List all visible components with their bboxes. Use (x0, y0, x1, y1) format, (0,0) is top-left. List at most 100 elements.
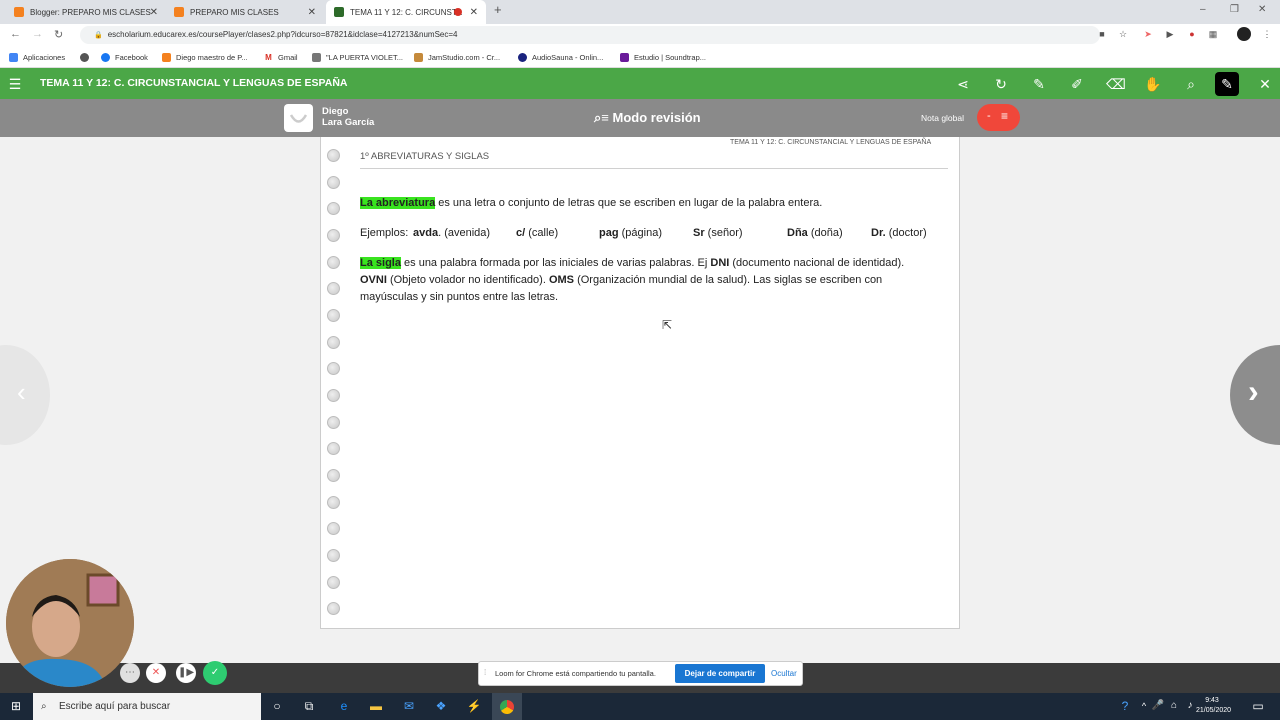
ring-hole (327, 389, 340, 402)
drag-handle-icon[interactable]: ⁞ (484, 668, 486, 677)
pen-tool-icon[interactable]: ✎ (1215, 72, 1239, 96)
hand-icon[interactable]: ✋ (1144, 75, 1162, 93)
previous-page-button[interactable]: ‹ (0, 345, 50, 445)
help-icon[interactable]: ? (1117, 698, 1133, 714)
search-icon[interactable]: ⌕ (1182, 75, 1200, 93)
cortana-icon[interactable]: ○ (269, 698, 285, 714)
edge-icon[interactable]: e (336, 698, 352, 714)
gmail-icon: M (264, 52, 273, 62)
url-field[interactable]: 🔒 escholarium.educarex.es/coursePlayer/cl… (80, 26, 1100, 44)
camera-icon[interactable]: ■ (1097, 29, 1107, 39)
back-icon[interactable]: ← (10, 28, 21, 40)
pause-recording-icon[interactable]: ❚▶ (176, 663, 196, 683)
blogger-icon (14, 7, 24, 17)
new-tab-button[interactable]: + (494, 2, 502, 17)
definition-text: (Objeto volador no identificado). (386, 274, 549, 286)
bookmark-item[interactable]: Facebook (101, 46, 148, 68)
extension-play-icon[interactable]: ▶ (1165, 29, 1175, 39)
chrome-icon[interactable] (492, 693, 522, 720)
bookmark-item[interactable]: AudioSauna - Onlin... (518, 46, 603, 68)
browser-tab[interactable]: Blogger: PREPARO MIS CLASES ✕ (6, 0, 166, 24)
apps-grid-icon (9, 52, 18, 62)
bookmark-apps[interactable]: Aplicaciones (9, 46, 65, 68)
bookmark-item[interactable]: "LA PUERTA VIOLET... (312, 46, 403, 68)
global-grade-button[interactable]: - ≡ (977, 104, 1020, 131)
cancel-recording-icon[interactable]: ✕ (146, 663, 166, 683)
task-view-icon[interactable]: ⧉ (301, 698, 317, 714)
ring-hole (327, 282, 340, 295)
bookmark-label: Gmail (278, 52, 298, 62)
browser-tab[interactable]: PREPARO MIS CLASES ✕ (166, 0, 324, 24)
bookmark-item[interactable]: JamStudio.com - Cr... (414, 46, 500, 68)
notifications-icon[interactable]: ▭ (1250, 698, 1266, 714)
marker-icon[interactable]: ✐ (1068, 75, 1086, 93)
ring-hole (327, 549, 340, 562)
example-abbr: c/ (516, 227, 526, 239)
bookmark-label: Facebook (115, 52, 148, 62)
close-icon[interactable]: ✕ (1256, 75, 1274, 93)
next-page-button[interactable]: › (1230, 345, 1280, 445)
bookmark-item[interactable]: Diego maestro de P... (162, 46, 248, 68)
global-grade-label: Nota global (921, 113, 965, 123)
bookmark-item[interactable] (80, 46, 94, 68)
ring-hole (327, 256, 340, 269)
bookmark-label: JamStudio.com - Cr... (428, 52, 501, 62)
avatar (284, 104, 313, 132)
reload-icon[interactable]: ↻ (54, 28, 63, 41)
bookmarks-bar: Aplicaciones Facebook Diego maestro de P… (0, 46, 1280, 68)
network-icon[interactable]: ⌂ (1166, 698, 1182, 714)
eraser-icon[interactable]: ⌫ (1106, 75, 1126, 93)
example-item: Dr. (doctor) (871, 225, 927, 242)
close-tab-icon[interactable]: ✕ (150, 7, 158, 18)
example-item: c/ (calle) (516, 225, 558, 242)
hamburger-menu-icon[interactable]: ☰ (6, 75, 24, 93)
user-last-name: Lara García (322, 116, 375, 128)
taskbar-search-text: Escribe aquí para buscar (59, 701, 171, 712)
microphone-icon[interactable]: 🎤 (1150, 698, 1166, 714)
mail-icon[interactable]: ✉ (401, 698, 417, 714)
close-tab-icon[interactable]: ✕ (470, 7, 478, 18)
hide-button[interactable]: Ocultar (771, 669, 797, 678)
extension-grid-icon[interactable]: ▦ (1208, 29, 1218, 39)
webcam-bubble[interactable] (6, 559, 134, 687)
bookmark-label: AudioSauna - Onlin... (532, 52, 604, 62)
taskbar-clock[interactable]: 9:43 21/05/2020 (1196, 696, 1232, 716)
ring-hole (327, 309, 340, 322)
extension-icon[interactable]: ➤ (1143, 29, 1153, 39)
app-icon[interactable]: ⚡ (466, 698, 482, 714)
share-icon[interactable]: ⋖ (954, 75, 972, 93)
dropbox-icon[interactable]: ❖ (433, 698, 449, 714)
more-options-icon[interactable]: ⋯ (120, 663, 140, 683)
finish-recording-icon[interactable]: ✓ (203, 661, 227, 685)
minimize-icon[interactable]: – (1200, 4, 1206, 15)
file-explorer-icon[interactable]: ▬ (368, 698, 384, 714)
windows-start-icon[interactable]: ⊞ (8, 698, 24, 714)
browser-tab-active[interactable]: TEMA 11 Y 12: C. CIRCUNST... ✕ (326, 0, 486, 24)
menu-dots-icon[interactable]: ⋮ (1262, 29, 1272, 39)
definition-text: es una letra o conjunto de letras que se… (435, 197, 823, 209)
highlighted-term: La abreviatura (360, 197, 436, 209)
extension-record-icon[interactable]: ● (1187, 29, 1197, 39)
example-abbr: avda (413, 227, 439, 239)
close-window-icon[interactable]: ✕ (1258, 4, 1266, 15)
bookmark-item[interactable]: M Gmail (264, 46, 298, 68)
stop-sharing-button[interactable]: Dejar de compartir (675, 664, 765, 683)
browser-tab-strip: Blogger: PREPARO MIS CLASES ✕ PREPARO MI… (0, 0, 1280, 24)
definition-text: (Organización mundial de la salud). Las … (574, 274, 883, 286)
examples-label: Ejemplos: (360, 227, 409, 239)
url-text: escholarium.educarex.es/coursePlayer/cla… (107, 30, 458, 39)
close-tab-icon[interactable]: ✕ (308, 7, 316, 18)
ring-hole (327, 416, 340, 429)
refresh-icon[interactable]: ↻ (992, 75, 1010, 93)
app-header: ☰ TEMA 11 Y 12: C. CIRCUNSTANCIAL Y LENG… (0, 68, 1280, 99)
example-abbr: Sr (693, 227, 705, 239)
clock-date: 21/05/2020 (1196, 707, 1232, 714)
taskbar-search[interactable]: ⌕ Escribe aquí para buscar (33, 693, 261, 720)
acronym-example: OMS (548, 274, 575, 286)
profile-avatar[interactable] (1237, 27, 1251, 41)
restore-icon[interactable]: ❐ (1230, 4, 1239, 15)
bookmark-item[interactable]: Estudio | Soundtrap... (620, 46, 706, 68)
pencil-icon[interactable]: ✎ (1030, 75, 1048, 93)
forward-icon[interactable]: → (32, 28, 43, 40)
bookmark-star-icon[interactable]: ☆ (1118, 29, 1128, 39)
